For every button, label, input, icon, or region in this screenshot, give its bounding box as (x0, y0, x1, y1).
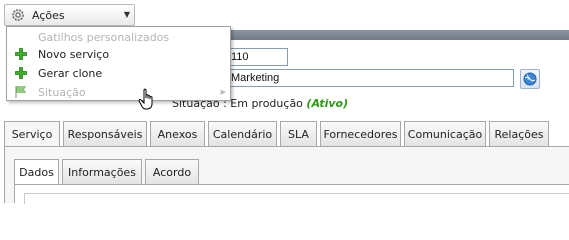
tab-label: Responsáveis (67, 127, 143, 141)
tab-sla[interactable]: SLA (280, 121, 317, 146)
subtab-acordo[interactable]: Acordo (145, 159, 199, 184)
menu-item-label: Situação (38, 85, 86, 99)
status-badge: (Ativo) (306, 97, 349, 110)
form-header-bar (230, 30, 569, 40)
chevron-down-icon: ▼ (123, 10, 130, 19)
tab-relacoes[interactable]: Relações (489, 121, 549, 146)
tab-label: Relações (494, 127, 544, 141)
gear-icon (10, 7, 26, 23)
hand-cursor-icon (138, 88, 158, 112)
menu-item-gatilhos[interactable]: Gatilhos personalizados (7, 28, 230, 46)
menu-item-gerar-clone[interactable]: Gerar clone (7, 64, 230, 82)
plus-icon (14, 66, 28, 80)
menu-item-situacao[interactable]: Situação ▶ (7, 83, 230, 101)
menu-item-label: Gerar clone (38, 66, 103, 80)
tab-anexos[interactable]: Anexos (150, 121, 205, 146)
menu-item-label: Gatilhos personalizados (38, 30, 170, 44)
subtab-label: Informações (68, 165, 136, 179)
main-tabs: Serviço Responsáveis Anexos Calendário S… (4, 121, 552, 147)
subtab-label: Dados (19, 165, 54, 179)
sub-tabs: Dados Informações Acordo (14, 159, 202, 184)
subtab-label: Acordo (152, 165, 192, 179)
tab-label: Comunicação (407, 127, 483, 141)
plus-icon (14, 47, 28, 61)
actions-button-label: Ações (32, 8, 65, 22)
service-name-field[interactable] (228, 69, 514, 87)
tab-label: Anexos (157, 127, 198, 141)
chevron-right-icon: ▶ (220, 88, 226, 96)
tab-label: Calendário (212, 127, 273, 141)
flag-icon (14, 85, 28, 99)
tab-responsaveis[interactable]: Responsáveis (63, 121, 147, 146)
menu-item-novo-servico[interactable]: Novo serviço (7, 45, 230, 63)
tab-label: SLA (288, 127, 309, 141)
actions-button[interactable]: Ações ▼ (4, 4, 135, 26)
globe-icon[interactable] (520, 69, 540, 89)
tab-label: Serviço (11, 128, 53, 141)
content-box (24, 193, 569, 204)
subtab-informacoes[interactable]: Informações (62, 159, 142, 184)
tab-fornecedores[interactable]: Fornecedores (320, 121, 401, 146)
menu-item-label: Novo serviço (38, 47, 110, 61)
tab-comunicacao[interactable]: Comunicação (404, 121, 486, 146)
service-id-field[interactable] (228, 48, 288, 66)
tab-calendario[interactable]: Calendário (208, 121, 277, 146)
subtab-dados[interactable]: Dados (14, 159, 59, 184)
tab-servico[interactable]: Serviço (4, 121, 60, 147)
tab-label: Fornecedores (323, 127, 398, 141)
actions-menu: Gatilhos personalizados Novo serviço Ger… (6, 26, 231, 101)
